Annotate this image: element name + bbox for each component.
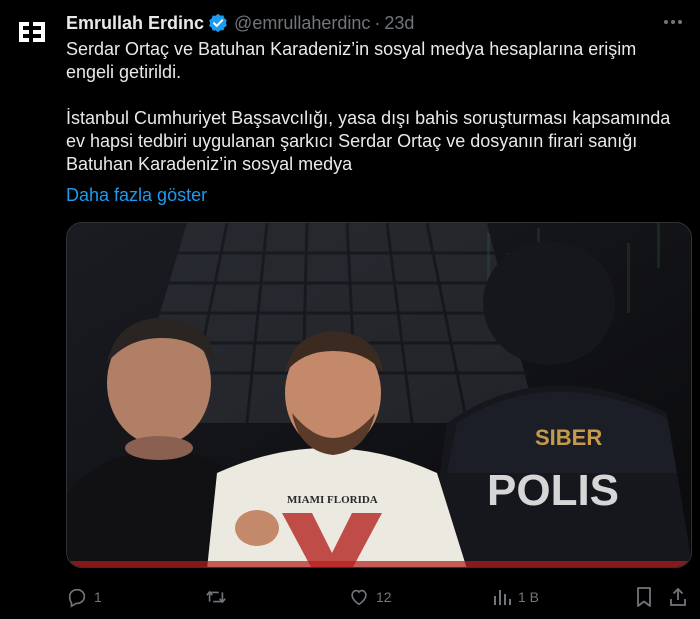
author-name[interactable]: Emrullah Erdinc (66, 12, 204, 34)
tweet-text-line: İstanbul Cumhuriyet Başsavcılığı, yasa d… (66, 108, 671, 128)
bookmark-button[interactable] (634, 584, 654, 610)
tweet-text-line: Serdar Ortaç ve Batuhan Karadeniz’in sos… (66, 39, 637, 59)
reply-count: 1 (94, 589, 102, 605)
show-more-link[interactable]: Daha fazla göster (66, 184, 207, 207)
reply-icon (68, 588, 86, 608)
heart-icon (351, 589, 367, 606)
share-icon (670, 587, 686, 606)
tweet-media-image[interactable]: SIBER POLIS MIAMI FLORIDA (66, 222, 692, 568)
repost-button[interactable] (204, 584, 234, 610)
verified-badge-icon (208, 13, 228, 33)
share-button[interactable] (668, 584, 688, 610)
reply-button[interactable]: 1 (66, 584, 102, 610)
author-handle[interactable]: @emrullaherdinc (234, 12, 370, 34)
tweet-text-line: engeli getirildi. (66, 62, 182, 82)
bookmark-icon (637, 587, 651, 607)
like-button[interactable]: 12 (348, 584, 392, 610)
more-options-icon[interactable] (662, 14, 684, 30)
timestamp[interactable]: 23d (384, 12, 414, 34)
jacket-text-polis: POLIS (487, 466, 619, 515)
tweet-header: Emrullah Erdinc @emrullaherdinc · 23d (66, 12, 414, 34)
tweet-text-line: Batuhan Karadeniz’in sosyal medya (66, 154, 353, 174)
views-button[interactable]: 1 B (492, 584, 539, 610)
jacket-text-siber: SIBER (535, 425, 602, 450)
ee-logo-icon (19, 22, 45, 42)
separator-dot: · (374, 13, 381, 33)
tweet-text: Serdar Ortaç ve Batuhan Karadeniz’in sos… (66, 38, 691, 176)
views-chart-icon (494, 590, 511, 605)
views-count: 1 B (518, 589, 540, 605)
tweet-text-line: ev hapsi tedbiri uygulanan şarkıcı Serda… (66, 131, 638, 151)
repost-icon (206, 590, 226, 604)
avatar[interactable] (12, 12, 52, 52)
shirt-text: MIAMI FLORIDA (287, 494, 378, 506)
like-count: 12 (376, 589, 392, 605)
tweet-actions: 1 12 1 B (66, 584, 692, 610)
